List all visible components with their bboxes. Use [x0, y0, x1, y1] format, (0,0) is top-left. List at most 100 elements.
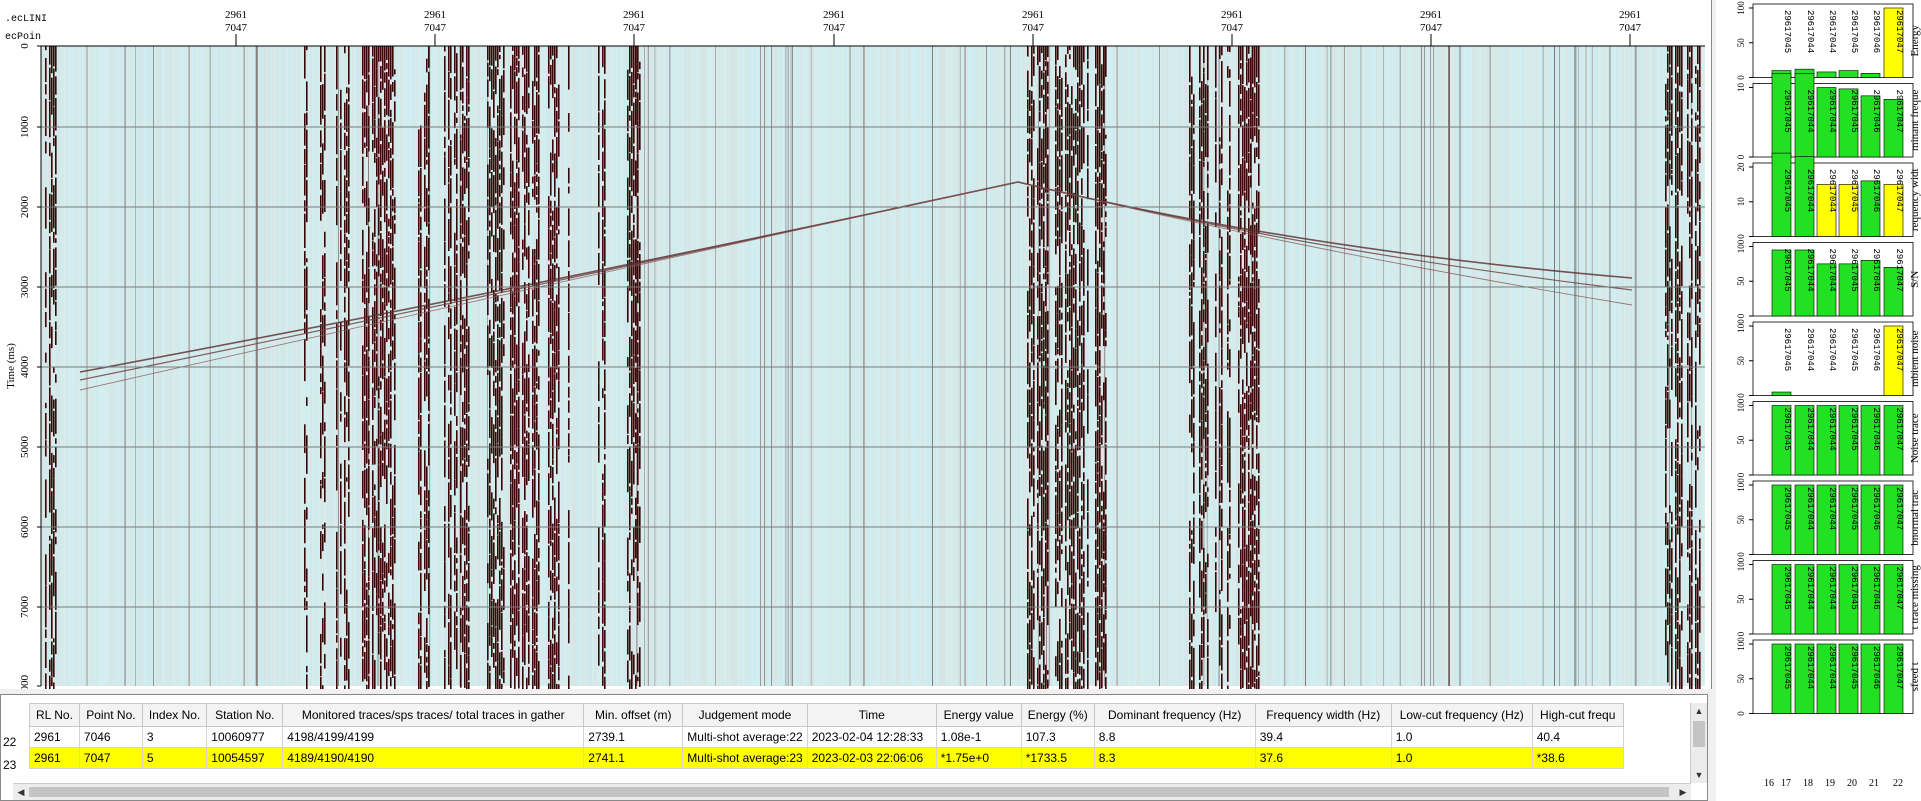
table-cell[interactable]: 8.3: [1093, 747, 1256, 769]
qc-y-tick-label: 50: [1736, 356, 1746, 366]
table-cell[interactable]: 4198/4199/4199: [282, 726, 585, 748]
qc-bar-label: 29617047: [1894, 646, 1904, 689]
table-cell[interactable]: 7046: [78, 726, 143, 748]
column-header[interactable]: RL No.: [29, 703, 80, 727]
qc-bar[interactable]: [1816, 71, 1837, 78]
qc-panel-title: S/N: [1909, 271, 1921, 288]
qc-bar-label: 29617045: [1782, 487, 1792, 530]
qc-bar-label: 29617047: [1894, 169, 1904, 212]
horizontal-scrollbar[interactable]: ◀ ▶: [13, 783, 1691, 800]
table-cell[interactable]: 1.0: [1390, 747, 1533, 769]
column-header[interactable]: Energy (%): [1020, 703, 1095, 727]
qc-bar-label: 29617046: [1871, 249, 1881, 292]
qc-y-tick-label: 100: [1736, 557, 1746, 571]
table-grid[interactable]: RL No. Point No. Index No. Station No. Monit…: [29, 703, 1624, 769]
table-row[interactable]: 2961 7047 5 10054597 4189/4190/4190 2741.1 Mul…: [29, 747, 1624, 769]
table-cell[interactable]: 3: [141, 726, 208, 748]
table-cell[interactable]: 7047: [78, 747, 143, 769]
qc-bar-label: 29617044: [1805, 10, 1815, 53]
table-cell[interactable]: *1.75e+0: [935, 747, 1022, 769]
column-header[interactable]: Time: [806, 703, 937, 727]
column-header[interactable]: Dominant frequency (Hz): [1093, 703, 1256, 727]
column-header[interactable]: High-cut frequ: [1531, 703, 1624, 727]
qc-panel: 0 50 100 29617045 29617044 29617044 29617045 29…: [1736, 319, 1921, 398]
column-header[interactable]: Low-cut frequency (Hz): [1390, 703, 1533, 727]
scroll-thumb[interactable]: [29, 787, 1669, 797]
table-cell[interactable]: 2739.1: [583, 726, 684, 748]
table-cell[interactable]: 2961: [29, 747, 80, 769]
qc-y-tick-label: 100: [1736, 398, 1746, 412]
qc-bar-label: 29617044: [1805, 249, 1815, 292]
table-cell[interactable]: Multi-shot average:22: [682, 726, 808, 748]
seismic-gather-plot[interactable]: 0 1000 2000 3000 4000 5000 6000 7000 8000 Time (m…: [0, 0, 1711, 689]
qc-x-tick-label: 21: [1869, 778, 1879, 789]
y-tick-label: 0: [19, 43, 31, 49]
table-cell[interactable]: 107.3: [1020, 726, 1095, 748]
qc-bar-label: 29617046: [1871, 169, 1881, 212]
table-cell[interactable]: 4189/4190/4190: [282, 747, 585, 769]
qc-bar-label: 29617047: [1894, 408, 1904, 451]
header-line-label: .ecLINI: [5, 14, 48, 25]
qc-panel: 0 50 100 29617045 29617044 29617044 29617045 29…: [1736, 637, 1921, 716]
qc-bar-label: 29617045: [1849, 10, 1859, 53]
header-point-value: 7047: [823, 22, 846, 34]
header-line-value: 2961: [1221, 9, 1243, 21]
qc-bar-label: 29617044: [1805, 328, 1815, 371]
table-cell[interactable]: 1.08e-1: [935, 726, 1022, 748]
qc-bar-label: 29617047: [1894, 567, 1904, 610]
table-cell[interactable]: 2741.1: [583, 747, 684, 769]
table-cell[interactable]: Multi-shot average:23: [682, 747, 808, 769]
header-point-value: 7047: [623, 22, 646, 34]
qc-panel-title: sfeed t: [1909, 662, 1921, 691]
qc-bar[interactable]: [1860, 73, 1881, 78]
table-cell[interactable]: 2023-02-03 22:06:06: [806, 747, 937, 769]
table-body[interactable]: 2961 7046 3 10060977 4198/4199/4199 2739.1 Mul…: [29, 726, 1624, 769]
vertical-scrollbar[interactable]: ▲ ▼: [1690, 703, 1707, 783]
qc-data-table[interactable]: 22 23 RL No. Point No. Index No. Station No…: [0, 694, 1708, 801]
table-cell[interactable]: 2023-02-04 12:28:33: [806, 726, 937, 748]
qc-bar[interactable]: [1838, 70, 1859, 78]
header-line-value: 2961: [1619, 9, 1641, 21]
scroll-right-icon[interactable]: ▶: [1675, 784, 1691, 800]
table-cell[interactable]: 40.4: [1531, 726, 1624, 748]
qc-x-tick-label: 20: [1847, 778, 1857, 789]
qc-y-tick-label: 50: [1736, 515, 1746, 525]
seismic-gather-panel[interactable]: 0 1000 2000 3000 4000 5000 6000 7000 8000 Time (m…: [0, 0, 1712, 689]
column-header[interactable]: Station No.: [206, 703, 284, 727]
qc-bar[interactable]: [1771, 391, 1792, 396]
qc-y-tick-label: 100: [1736, 1, 1746, 15]
qc-bar-label: 29617046: [1871, 646, 1881, 689]
qc-bar-label: 29617044: [1827, 487, 1837, 530]
qc-panel-title: minant freque: [1909, 89, 1921, 151]
table-cell[interactable]: 39.4: [1254, 726, 1392, 748]
column-header[interactable]: Energy value: [935, 703, 1022, 727]
column-header[interactable]: Monitored traces/sps traces/ total trace…: [282, 703, 585, 727]
scroll-thumb[interactable]: [1693, 721, 1705, 747]
table-cell[interactable]: 10060977: [206, 726, 284, 748]
qc-y-tick-label: 50: [1736, 594, 1746, 604]
table-cell[interactable]: 1.0: [1390, 726, 1533, 748]
qc-bar-label: 29617045: [1782, 169, 1792, 212]
scroll-up-icon[interactable]: ▲: [1691, 703, 1707, 719]
qc-y-tick-label: 10: [1736, 83, 1746, 93]
column-header[interactable]: Point No.: [78, 703, 143, 727]
scroll-left-icon[interactable]: ◀: [13, 784, 29, 800]
qc-bar-label: 29617046: [1871, 567, 1881, 610]
y-tick-label: 1000: [19, 116, 31, 139]
scroll-down-icon[interactable]: ▼: [1691, 767, 1707, 783]
column-header[interactable]: Judgement mode: [682, 703, 808, 727]
table-cell[interactable]: 5: [141, 747, 208, 769]
table-row[interactable]: 2961 7046 3 10060977 4198/4199/4199 2739.1 Mul…: [29, 726, 1624, 748]
table-cell[interactable]: 8.8: [1093, 726, 1256, 748]
table-header-row: RL No. Point No. Index No. Station No. Monit…: [29, 703, 1624, 727]
column-header[interactable]: Min. offset (m): [583, 703, 684, 727]
qc-bar-label: 29617044: [1805, 169, 1815, 212]
qc-bar-label: 29617045: [1782, 10, 1792, 53]
table-cell[interactable]: *1733.5: [1020, 747, 1095, 769]
table-cell[interactable]: 37.6: [1254, 747, 1392, 769]
table-cell[interactable]: *38.6: [1531, 747, 1624, 769]
column-header[interactable]: Index No.: [141, 703, 208, 727]
column-header[interactable]: Frequency width (Hz): [1254, 703, 1392, 727]
table-cell[interactable]: 2961: [29, 726, 80, 748]
table-cell[interactable]: 10054597: [206, 747, 284, 769]
